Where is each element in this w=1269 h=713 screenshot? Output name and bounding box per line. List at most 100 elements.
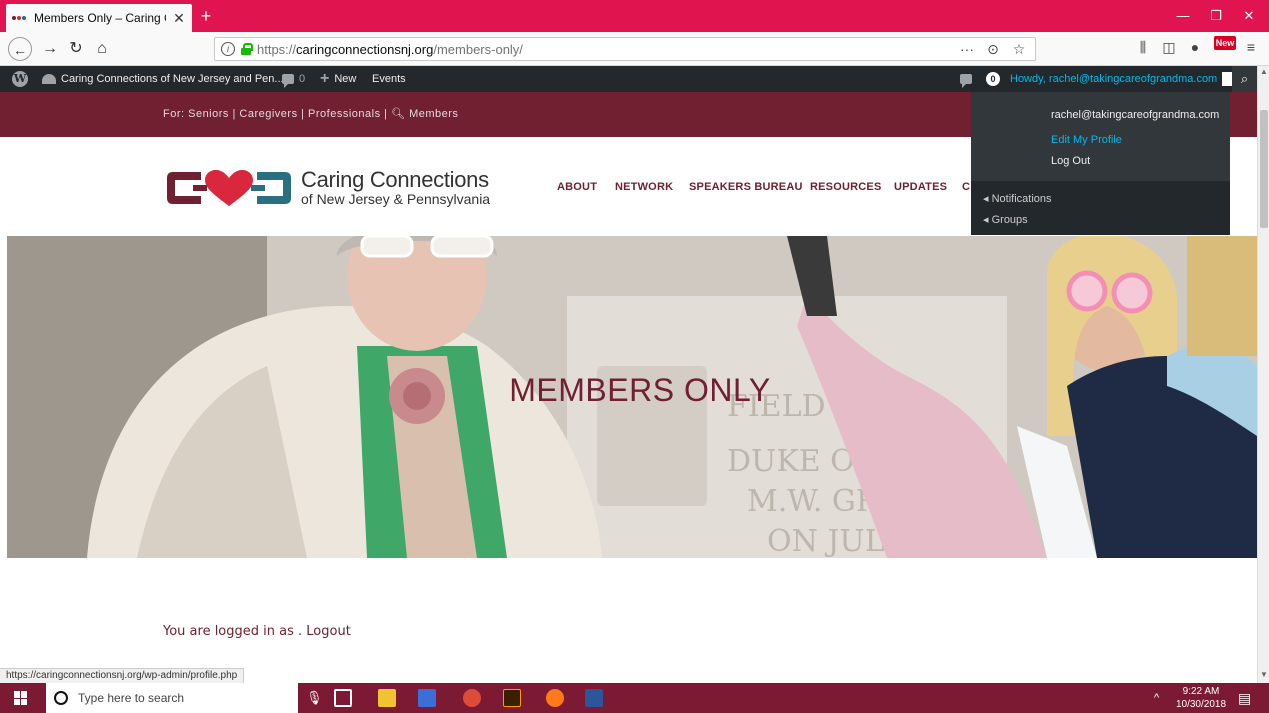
pocket-icon[interactable]: ⊙ xyxy=(983,41,1003,58)
windows-start-icon[interactable] xyxy=(14,691,28,705)
file-explorer-icon[interactable] xyxy=(378,689,396,707)
key-icon: 🔍︎ xyxy=(391,108,406,120)
lock-icon xyxy=(241,43,253,55)
scroll-down-arrow-icon[interactable]: ▼ xyxy=(1258,669,1269,681)
wp-logo-button[interactable]: W xyxy=(12,66,28,92)
comments-count: 0 xyxy=(299,73,306,85)
url-text[interactable]: https://caringconnectionsnj.org/members-… xyxy=(257,42,523,57)
edit-profile-link[interactable]: Edit My Profile xyxy=(1051,134,1122,146)
url-path: /members-only/ xyxy=(433,41,523,57)
dropdown-groups[interactable]: ◂ Groups xyxy=(983,213,1028,226)
comment-bubble-icon xyxy=(282,74,294,88)
taskbar-clock[interactable]: 9:22 AM 10/30/2018 xyxy=(1172,685,1230,711)
wp-events-link[interactable]: Events xyxy=(372,66,406,92)
plus-icon: + xyxy=(320,70,330,87)
wp-admin-bar: W Caring Connections of New Jersey and P… xyxy=(0,66,1257,92)
firefox-icon[interactable] xyxy=(546,689,564,707)
sidebar-icon[interactable]: ◫ xyxy=(1158,39,1180,56)
audience-text: For: Seniors | Caregivers | Professional… xyxy=(163,108,388,120)
wp-my-account[interactable]: Howdy, rachel@takingcareofgrandma.com xyxy=(1010,66,1237,92)
window-close-button[interactable]: ✕ xyxy=(1229,0,1269,32)
wp-comments-button[interactable]: 0 xyxy=(282,66,305,92)
logout-link[interactable]: Logout xyxy=(306,624,351,639)
illustrator-icon[interactable] xyxy=(503,689,521,707)
nav-about[interactable]: ABOUT xyxy=(557,181,597,193)
scroll-up-arrow-icon[interactable]: ▲ xyxy=(1258,66,1269,78)
url-bar[interactable]: i https://caringconnectionsnj.org/member… xyxy=(214,37,1036,61)
hamburger-menu-icon[interactable]: ≡ xyxy=(1240,39,1262,55)
tab-title: Members Only – Caring Connec xyxy=(34,11,166,25)
clock-time: 9:22 AM xyxy=(1182,686,1220,697)
nav-updates[interactable]: UPDATES xyxy=(894,181,947,193)
browser-navbar: ← → ↻ ⌂ i https://caringconnectionsnj.or… xyxy=(0,32,1269,66)
browser-status-bar: https://caringconnectionsnj.org/wp-admin… xyxy=(0,668,245,684)
reload-icon: ↻ xyxy=(69,40,83,57)
howdy-text: Howdy, rachel@takingcareofgrandma.com xyxy=(1010,73,1218,85)
logo-name: Caring Connections xyxy=(301,167,489,192)
caret-left-icon: ◂ xyxy=(983,214,989,226)
notification-count-badge: 0 xyxy=(986,72,1000,86)
url-protocol: https:// xyxy=(257,41,297,57)
search-icon: ⌕ xyxy=(1240,71,1249,86)
home-button[interactable]: ⌂ xyxy=(90,37,114,61)
action-center-icon[interactable]: ▤ xyxy=(1238,683,1251,713)
members-link[interactable]: Members xyxy=(409,108,458,120)
bookmark-star-icon[interactable]: ☆ xyxy=(1009,41,1029,58)
app-icon[interactable] xyxy=(418,689,436,707)
back-button[interactable]: ← xyxy=(8,37,32,61)
forward-button[interactable]: → xyxy=(38,37,62,61)
task-view-icon[interactable] xyxy=(334,689,352,707)
microphone-icon[interactable]: 🎙︎ xyxy=(306,690,323,706)
log-out-link[interactable]: Log Out xyxy=(1051,155,1090,167)
site-info-icon[interactable]: i xyxy=(221,42,235,56)
arrow-right-icon: → xyxy=(42,40,58,57)
word-icon[interactable] xyxy=(585,689,603,707)
nav-contact-partial[interactable]: C xyxy=(962,181,970,193)
scroll-thumb[interactable] xyxy=(1260,110,1268,228)
wp-notes-button[interactable] xyxy=(960,66,972,92)
dropdown-email[interactable]: rachel@takingcareofgrandma.com xyxy=(1051,109,1219,121)
wordpress-logo-icon: W xyxy=(12,71,28,87)
library-icon[interactable]: ⫼ xyxy=(1132,39,1154,56)
page-scrollbar[interactable]: ▲ ▼ xyxy=(1257,66,1269,683)
page-content: You are logged in as . Logout xyxy=(0,558,1257,668)
notes-bubble-icon xyxy=(960,74,972,88)
dashboard-gauge-icon xyxy=(42,74,56,84)
wp-account-dropdown: rachel@takingcareofgrandma.com Edit My P… xyxy=(971,92,1230,235)
nav-network[interactable]: NETWORK xyxy=(615,181,673,193)
new-badge-extension[interactable]: New xyxy=(1214,36,1236,50)
extension-icon[interactable]: ● xyxy=(1184,39,1206,55)
windows-taskbar: Type here to search 🎙︎ ^ 9:22 AM 10/30/2… xyxy=(0,683,1269,713)
taskbar-search-input[interactable]: Type here to search xyxy=(46,683,298,713)
wp-site-name[interactable]: Caring Connections of New Jersey and Pen… xyxy=(42,66,284,92)
url-host: caringconnectionsnj.org xyxy=(296,41,434,57)
dropdown-notifications[interactable]: ◂ Notifications xyxy=(983,192,1052,205)
wp-search-button[interactable]: ⌕ xyxy=(1232,66,1257,92)
clock-date: 10/30/2018 xyxy=(1175,699,1227,710)
nav-speakers-bureau[interactable]: SPEAKERS BUREAU xyxy=(689,181,803,193)
login-status-text: You are logged in as . xyxy=(163,624,307,639)
tray-expand-chevron-icon[interactable]: ^ xyxy=(1154,683,1159,713)
cortana-circle-icon xyxy=(54,691,68,705)
page-actions-button[interactable]: ··· xyxy=(957,41,977,57)
site-logo[interactable]: Caring Connections of New Jersey & Penns… xyxy=(163,166,493,210)
wp-new-button[interactable]: + New xyxy=(320,66,356,92)
chain-heart-logo-icon xyxy=(167,170,291,206)
audience-links: For: Seniors | Caregivers | Professional… xyxy=(163,92,458,137)
page-title: MEMBERS ONLY xyxy=(509,372,771,408)
tab-close-icon[interactable]: ✕ xyxy=(172,10,186,27)
wp-new-label: New xyxy=(334,73,357,85)
reload-button[interactable]: ↻ xyxy=(64,37,88,61)
logo-subtitle: of New Jersey & Pennsylvania xyxy=(301,191,491,207)
chrome-icon[interactable] xyxy=(463,689,481,707)
search-placeholder: Type here to search xyxy=(78,691,185,705)
site-favicon-icon xyxy=(12,13,28,23)
nav-resources[interactable]: RESOURCES xyxy=(810,181,881,193)
login-status: You are logged in as . Logout xyxy=(163,624,351,639)
browser-tab-active[interactable]: Members Only – Caring Connec ✕ xyxy=(6,4,192,32)
browser-tab-strip: Members Only – Caring Connec ✕ + — ❐ ✕ xyxy=(0,0,1269,32)
home-icon: ⌂ xyxy=(97,40,107,57)
wp-notifications-count[interactable]: 0 xyxy=(986,66,1000,92)
arrow-left-icon: ← xyxy=(13,42,27,58)
new-tab-button[interactable]: + xyxy=(196,6,216,26)
